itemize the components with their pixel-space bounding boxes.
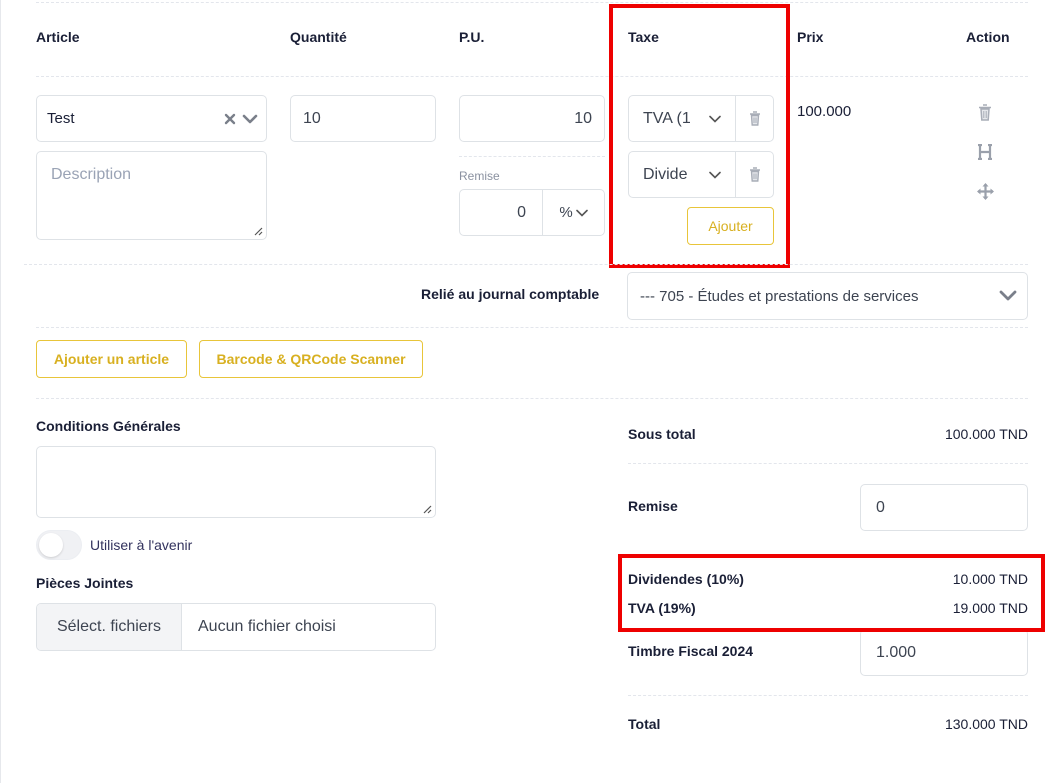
pu-value: 10 [574,109,592,127]
header-action: Action [966,29,1010,45]
totals-divider-1 [628,463,1028,464]
totals-divider-2 [628,695,1028,696]
chevron-down-icon [999,290,1017,301]
remise-value: 0 [517,203,526,221]
pu-input[interactable]: 10 [459,95,605,142]
timbre-value: 1.000 [876,643,917,661]
pieces-title: Pièces Jointes [36,575,134,591]
header-pu: P.U. [459,29,485,45]
timbre-input[interactable]: 1.000 [860,629,1028,676]
quantite-input[interactable]: 10 [290,95,436,142]
buttons-divider [36,398,1028,399]
remise-unit-select[interactable]: % [542,190,604,235]
conditions-title: Conditions Générales [36,418,181,434]
top-divider [36,2,1028,3]
sous-total-value: 100.000 TND [944,426,1028,442]
remise-total-input[interactable]: 0 [860,484,1028,531]
article-select-value: Test [47,110,75,127]
ajouter-article-button[interactable]: Ajouter un article [36,340,187,378]
timbre-label: Timbre Fiscal 2024 [628,643,754,659]
header-quantite: Quantité [290,29,347,45]
heading-icon[interactable] [978,144,992,160]
remise-total-label: Remise [628,498,678,514]
pu-divider [459,156,605,157]
prix-value: 100.000 [797,103,852,120]
journal-select-value: --- 705 - Études et prestations de servi… [640,287,919,305]
highlight-box-taxes-totals [618,554,1045,632]
journal-divider [36,327,1028,328]
chevron-down-icon[interactable] [242,113,258,125]
remise-input[interactable]: 0 [460,190,542,235]
journal-label: Relié au journal comptable [421,286,600,302]
resize-handle-icon[interactable] [423,505,432,514]
journal-select[interactable]: --- 705 - Études et prestations de servi… [627,272,1028,320]
scanner-button[interactable]: Barcode & QRCode Scanner [199,340,423,378]
avenir-toggle[interactable] [36,530,82,560]
file-select-button[interactable]: Sélect. fichiers [37,604,182,650]
clear-icon[interactable] [224,113,236,125]
trash-icon[interactable] [978,104,992,121]
remise-total-value: 0 [876,498,885,516]
resize-handle-icon[interactable] [254,227,263,236]
avenir-toggle-label: Utiliser à l'avenir [90,537,193,553]
file-input[interactable]: Sélect. fichiers Aucun fichier choisi [36,603,436,651]
move-icon[interactable] [977,183,994,200]
sous-total-label: Sous total [628,426,696,442]
total-label: Total [628,716,661,732]
quantite-value: 10 [303,109,321,127]
description-placeholder: Description [51,166,132,183]
chevron-down-icon [575,209,588,217]
highlight-box-taxe [609,4,790,268]
file-status: Aucun fichier choisi [198,618,336,635]
header-prix: Prix [797,29,824,45]
article-select[interactable]: Test [36,95,267,142]
conditions-textarea[interactable] [36,446,436,518]
total-value: 130.000 TND [944,716,1028,732]
description-textarea[interactable]: Description [36,151,267,240]
remise-label: Remise [459,169,500,183]
remise-unit-value: % [559,204,573,221]
header-article: Article [36,29,80,45]
header-divider [36,76,1028,77]
card-left-border [0,0,1,783]
remise-input-group: 0 % [459,189,605,236]
row-divider [24,264,1028,265]
